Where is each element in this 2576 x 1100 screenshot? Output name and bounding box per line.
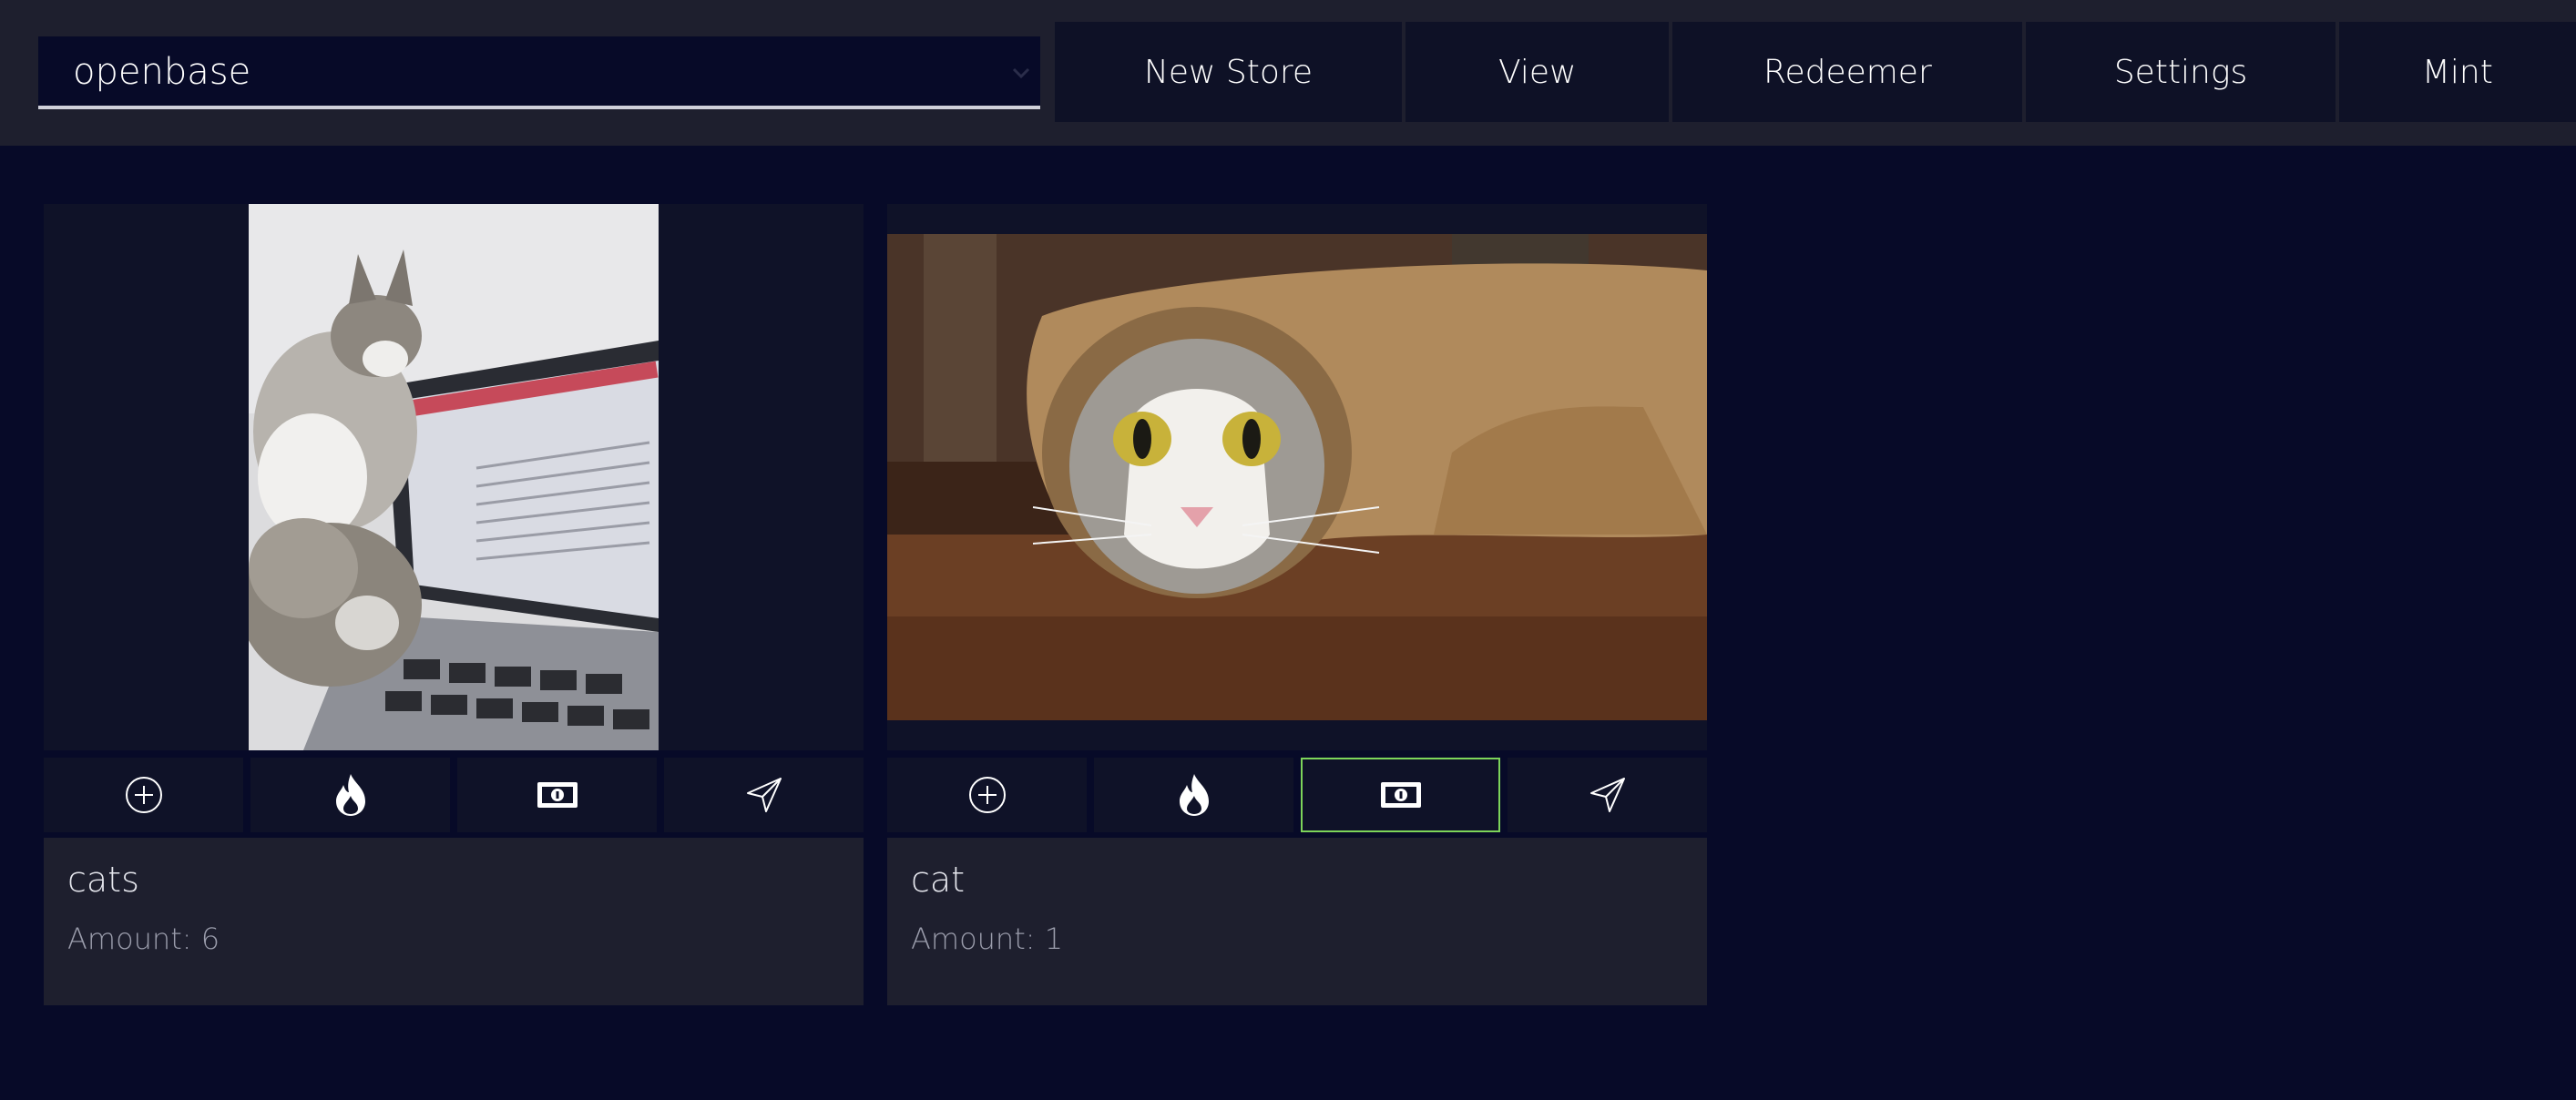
- store-item-card: cat Amount: 1: [887, 204, 1707, 1005]
- store-select[interactable]: openbase: [38, 36, 1040, 109]
- send-button[interactable]: [1508, 758, 1707, 832]
- burn-button[interactable]: [250, 758, 450, 832]
- banknote-icon: [1380, 782, 1421, 808]
- add-button[interactable]: [887, 758, 1087, 832]
- redeemer-label: Redeemer: [1763, 53, 1932, 91]
- banknote-icon: [537, 782, 578, 808]
- cat-in-paper-image: [887, 234, 1707, 720]
- card-image-frame: [887, 204, 1707, 750]
- item-name: cat: [911, 860, 966, 900]
- top-bar: openbase New Store View Redeemer Setting…: [0, 0, 2576, 146]
- card-info: cat Amount: 1: [887, 838, 1707, 1005]
- plus-circle-icon: [125, 777, 162, 813]
- store-item-card: cats Amount: 6: [44, 204, 864, 1005]
- plus-circle-icon: [968, 777, 1006, 813]
- add-button[interactable]: [44, 758, 243, 832]
- settings-button[interactable]: Settings: [2026, 22, 2336, 122]
- new-store-label: New Store: [1143, 53, 1314, 91]
- view-label: View: [1498, 53, 1577, 91]
- mint-button[interactable]: Mint: [2338, 22, 2576, 122]
- mint-label: Mint: [2421, 53, 2493, 91]
- kittens-laptop-image: [249, 204, 659, 750]
- fire-icon: [335, 774, 365, 816]
- send-button[interactable]: [664, 758, 864, 832]
- card-image-frame: [44, 204, 864, 750]
- send-icon: [746, 778, 782, 812]
- card-info: cats Amount: 6: [44, 838, 864, 1005]
- chevron-down-icon: [1012, 67, 1030, 79]
- redeemer-button[interactable]: Redeemer: [1672, 22, 2023, 122]
- item-amount: Amount: 6: [67, 922, 220, 956]
- main-nav: New Store View Redeemer Settings Mint: [1055, 22, 2576, 122]
- item-name: cats: [67, 860, 139, 900]
- view-button[interactable]: View: [1406, 22, 1670, 122]
- fire-icon: [1179, 774, 1209, 816]
- burn-button[interactable]: [1094, 758, 1293, 832]
- sell-button[interactable]: [1301, 758, 1500, 832]
- sell-button[interactable]: [457, 758, 657, 832]
- new-store-button[interactable]: New Store: [1055, 22, 1403, 122]
- send-icon: [1590, 778, 1625, 812]
- item-amount: Amount: 1: [911, 922, 1064, 956]
- settings-label: Settings: [2113, 53, 2248, 91]
- card-actions: [887, 758, 1707, 832]
- card-actions: [44, 758, 864, 832]
- store-select-value: openbase: [73, 51, 251, 93]
